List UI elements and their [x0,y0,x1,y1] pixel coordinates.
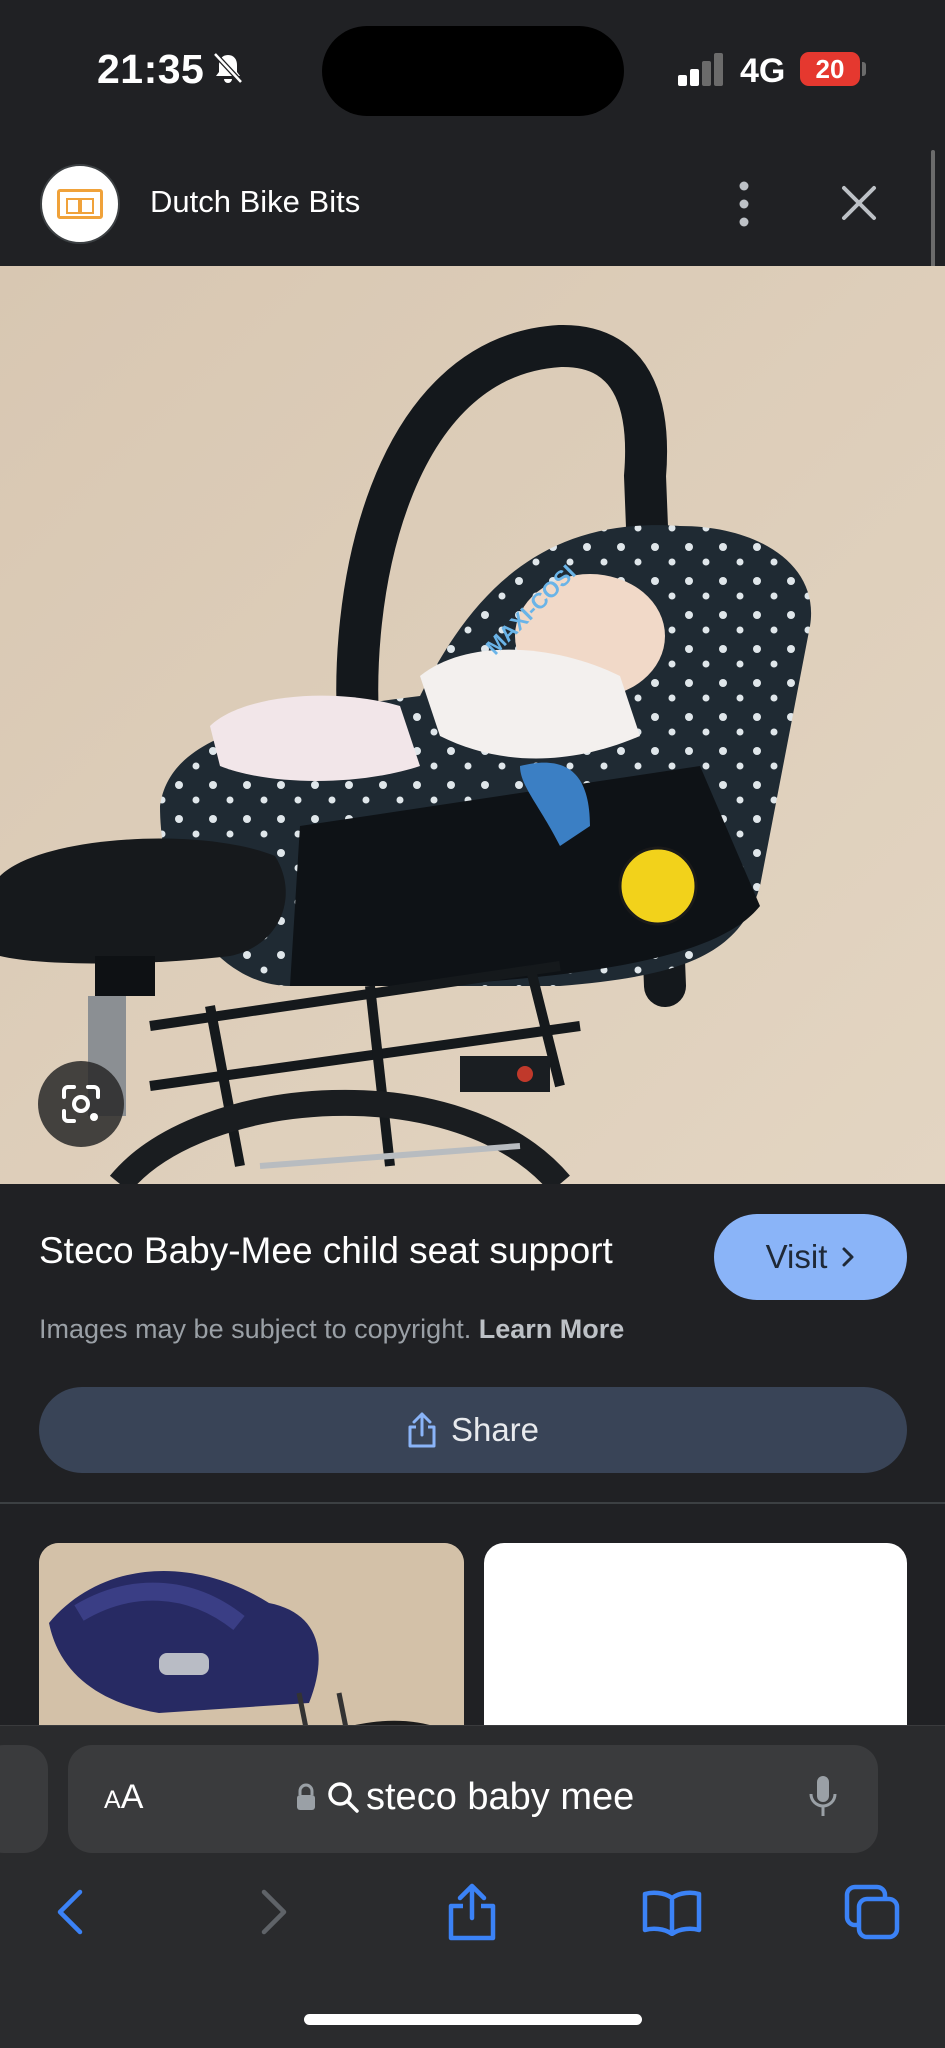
search-icon [328,1782,359,1813]
reader-aa-button[interactable]: AA [104,1778,143,1817]
aa-small: A [104,1786,121,1814]
visit-label: Visit [765,1238,828,1275]
related-image-2[interactable] [484,1543,907,1743]
share-page-button[interactable] [442,1882,502,1942]
signal-strength-icon [678,52,726,86]
site-name[interactable]: Dutch Bike Bits [150,184,360,220]
related-image-1[interactable] [39,1543,464,1743]
result-title: Steco Baby-Mee child seat support [39,1230,613,1271]
network-type: 4G [740,52,786,90]
share-icon [448,1883,496,1941]
address-query[interactable]: steco baby mee [366,1776,634,1819]
battery-cap [862,62,866,76]
related-seat-photo [39,1543,464,1743]
share-label: Share [450,1411,540,1448]
dynamic-island [322,26,624,116]
chevron-right-icon [842,1247,854,1267]
back-icon [57,1889,83,1935]
aa-big: A [120,1778,144,1816]
battery-level: 20 [800,52,860,86]
back-button[interactable] [40,1882,100,1942]
mic-icon[interactable] [808,1774,838,1820]
bookmarks-icon [642,1890,702,1936]
google-lens-button[interactable] [38,1061,124,1147]
share-icon [408,1412,436,1448]
home-indicator[interactable] [304,2014,642,2025]
site-logo[interactable] [40,164,120,244]
bell-slash-icon [213,52,243,84]
status-bar: 21:35 4G 20 [0,0,945,140]
learn-more-link[interactable]: Learn More [479,1314,625,1344]
copyright-text: Images may be subject to copyright. [39,1314,472,1344]
more-vert-icon[interactable] [724,176,764,232]
dbb-logo-mark [57,189,103,219]
previous-tab-peek[interactable] [0,1745,48,1853]
baby-seat-photo: MAXI-COSI [0,266,945,1184]
result-image[interactable]: MAXI-COSI [0,266,945,1184]
tabs-icon [844,1884,900,1940]
google-lens-icon [62,1085,100,1123]
visit-button[interactable]: Visit [714,1214,907,1300]
status-time: 21:35 [97,46,205,92]
close-icon[interactable] [836,180,882,226]
section-divider [0,1502,945,1504]
share-button[interactable]: Share [39,1387,907,1473]
forward-icon [261,1889,287,1935]
lock-icon [297,1783,315,1810]
result-header: Dutch Bike Bits [0,140,945,266]
copyright-notice: Images may be subject to copyright. Lear… [39,1314,624,1345]
tabs-button[interactable] [842,1882,902,1942]
forward-button[interactable] [244,1882,304,1942]
bookmarks-button[interactable] [642,1882,702,1942]
